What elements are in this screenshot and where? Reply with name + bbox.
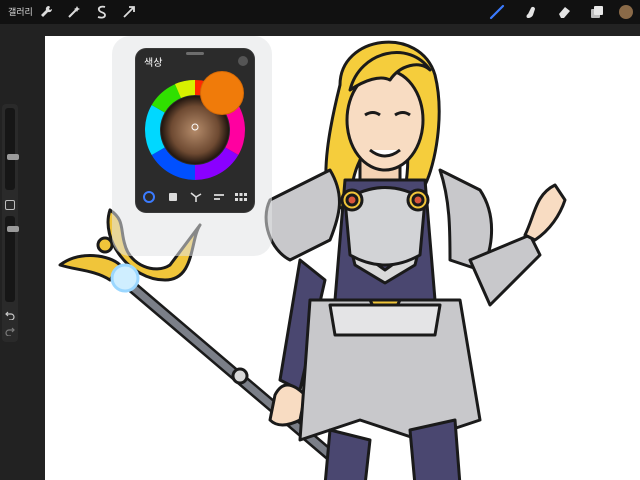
- close-icon[interactable]: [238, 56, 248, 66]
- transform-icon[interactable]: [121, 4, 137, 20]
- top-toolbar: 갤러리: [0, 0, 640, 24]
- opacity-slider[interactable]: [5, 216, 19, 302]
- color-panel-title: 색상: [144, 58, 163, 69]
- palettes-mode-icon[interactable]: [234, 190, 248, 204]
- brush-icon[interactable]: [489, 4, 505, 20]
- brush-size-slider[interactable]: [5, 108, 19, 190]
- color-panel[interactable]: 색상: [136, 49, 254, 212]
- panel-grabber[interactable]: [186, 52, 204, 55]
- value-mode-icon[interactable]: [212, 190, 226, 204]
- magic-wand-icon[interactable]: [66, 4, 82, 20]
- classic-mode-icon[interactable]: [166, 190, 180, 204]
- gallery-button[interactable]: 갤러리: [8, 5, 33, 18]
- redo-icon[interactable]: [5, 326, 15, 336]
- wrench-icon[interactable]: [38, 4, 54, 20]
- eraser-icon[interactable]: [556, 4, 572, 20]
- disc-mode-icon[interactable]: [142, 190, 156, 204]
- active-color-swatch[interactable]: [619, 5, 633, 19]
- selection-icon[interactable]: [94, 4, 110, 20]
- layers-icon[interactable]: [589, 4, 605, 20]
- left-sidebar: [2, 104, 19, 342]
- undo-icon[interactable]: [5, 310, 15, 320]
- harmony-mode-icon[interactable]: [189, 190, 203, 204]
- smudge-icon[interactable]: [523, 4, 539, 20]
- brush-size-thumb[interactable]: [7, 154, 19, 160]
- current-color-swatch[interactable]: [200, 71, 244, 115]
- modify-button[interactable]: [5, 200, 15, 210]
- opacity-thumb[interactable]: [7, 226, 19, 232]
